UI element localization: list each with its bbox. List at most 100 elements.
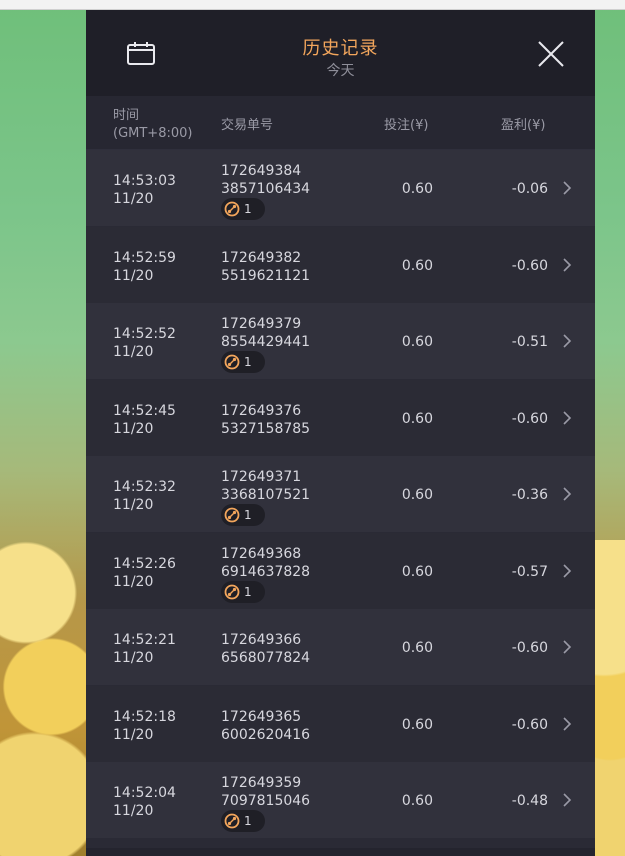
- badge-count: 1: [244, 355, 252, 369]
- badge-count: 1: [244, 585, 252, 599]
- history-row[interactable]: 14:52:52 11/20 172649379 8554429441 0.60 -0.5…: [86, 303, 595, 379]
- row-order-line1: 172649379: [221, 316, 302, 332]
- row-bet: 0.60: [401, 334, 433, 350]
- row-bet: 0.60: [401, 640, 433, 656]
- table-header: 时间 (GMT+8:00) 交易单号 投注(¥) 盈利(¥): [86, 96, 595, 150]
- row-profit: -0.60: [511, 411, 548, 427]
- close-icon[interactable]: [537, 40, 565, 68]
- row-bet: 0.60: [401, 487, 433, 503]
- chevron-right-icon[interactable]: [562, 257, 572, 273]
- spin-icon: [224, 201, 240, 217]
- history-row[interactable]: 14:52:45 11/20 172649376 5327158785 0.60 -0.6…: [86, 380, 595, 456]
- row-date: 11/20: [113, 727, 154, 743]
- row-time: 14:52:26: [113, 556, 176, 572]
- row-profit: -0.48: [511, 793, 548, 809]
- row-order-line2: 5519621121: [221, 268, 311, 284]
- row-time: 14:52:52: [113, 326, 176, 342]
- history-row[interactable]: 14:52:21 11/20 172649366 6568077824 0.60 -0.6…: [86, 609, 595, 685]
- row-date: 11/20: [113, 803, 154, 819]
- row-time: 14:52:45: [113, 403, 176, 419]
- history-row[interactable]: 14:53:03 11/20 172649384 3857106434 0.60 -0.0…: [86, 150, 595, 226]
- chevron-right-icon[interactable]: [562, 410, 572, 426]
- row-bet: 0.60: [401, 258, 433, 274]
- badge-count: 1: [244, 202, 252, 216]
- page-subtitle: 今天: [326, 63, 355, 79]
- panel-header: 历史记录 今天: [86, 10, 595, 97]
- column-timezone-label: (GMT+8:00): [113, 126, 193, 141]
- row-profit: -0.51: [511, 334, 548, 350]
- chevron-right-icon[interactable]: [562, 792, 572, 808]
- free-spin-badge: 1: [221, 504, 265, 526]
- column-bet-label: 投注(¥): [384, 118, 429, 133]
- free-spin-badge: 1: [221, 581, 265, 603]
- row-order-line1: 172649365: [221, 709, 302, 725]
- badge-count: 1: [244, 508, 252, 522]
- column-order-label: 交易单号: [221, 118, 274, 133]
- chevron-right-icon[interactable]: [562, 180, 572, 196]
- row-order-line2: 5327158785: [221, 421, 311, 437]
- row-date: 11/20: [113, 650, 154, 666]
- row-date: 11/20: [113, 268, 154, 284]
- column-profit-label: 盈利(¥): [501, 118, 546, 133]
- chevron-right-icon[interactable]: [562, 333, 572, 349]
- row-date: 11/20: [113, 497, 154, 513]
- chevron-right-icon[interactable]: [562, 639, 572, 655]
- row-order-line1: 172649371: [221, 469, 302, 485]
- row-profit: -0.60: [511, 258, 548, 274]
- browser-top-bar: [0, 0, 625, 10]
- row-bet: 0.60: [401, 411, 433, 427]
- row-order-line2: 6568077824: [221, 650, 311, 666]
- row-profit: -0.60: [511, 717, 548, 733]
- free-spin-badge: 1: [221, 351, 265, 373]
- history-panel: 历史记录 今天 时间 (GMT+8:00) 交易单号 投注(¥) 盈利(¥) 1…: [86, 10, 595, 856]
- game-background-right: [595, 540, 625, 856]
- row-profit: -0.36: [511, 487, 548, 503]
- spin-icon: [224, 507, 240, 523]
- game-background-left: [0, 480, 86, 856]
- row-order-line2: 3368107521: [221, 487, 311, 503]
- history-row[interactable]: 14:52:18 11/20 172649365 6002620416 0.60 -0.6…: [86, 686, 595, 762]
- column-time-label: 时间: [113, 108, 140, 123]
- badge-count: 1: [244, 814, 252, 828]
- row-order-line1: 172649366: [221, 632, 302, 648]
- chevron-right-icon[interactable]: [562, 486, 572, 502]
- row-profit: -0.06: [511, 181, 548, 197]
- row-date: 11/20: [113, 191, 154, 207]
- row-time: 14:52:32: [113, 479, 176, 495]
- chevron-right-icon[interactable]: [562, 716, 572, 732]
- row-profit: -0.57: [511, 564, 548, 580]
- row-order-line1: 172649384: [221, 163, 302, 179]
- row-time: 14:52:04: [113, 785, 176, 801]
- row-bet: 0.60: [401, 793, 433, 809]
- row-date: 11/20: [113, 344, 154, 360]
- page-title: 历史记录: [302, 38, 379, 59]
- row-bet: 0.60: [401, 181, 433, 197]
- list-bottom-edge: [86, 848, 595, 856]
- row-order-line1: 172649382: [221, 250, 302, 266]
- row-order-line2: 6914637828: [221, 564, 311, 580]
- row-bet: 0.60: [401, 717, 433, 733]
- row-order-line2: 8554429441: [221, 334, 311, 350]
- row-order-line1: 172649368: [221, 546, 302, 562]
- spin-icon: [224, 813, 240, 829]
- history-row[interactable]: 14:52:26 11/20 172649368 6914637828 0.60 -0.5…: [86, 533, 595, 609]
- row-profit: -0.60: [511, 640, 548, 656]
- row-order-line2: 7097815046: [221, 793, 311, 809]
- free-spin-badge: 1: [221, 198, 265, 220]
- spin-icon: [224, 354, 240, 370]
- row-order-line1: 172649359: [221, 775, 302, 791]
- history-row[interactable]: 14:52:59 11/20 172649382 5519621121 0.60 -0.6…: [86, 227, 595, 303]
- row-order-line2: 6002620416: [221, 727, 311, 743]
- chevron-right-icon[interactable]: [562, 563, 572, 579]
- row-order-line2: 3857106434: [221, 181, 311, 197]
- row-date: 11/20: [113, 421, 154, 437]
- row-date: 11/20: [113, 574, 154, 590]
- spin-icon: [224, 584, 240, 600]
- row-order-line1: 172649376: [221, 403, 302, 419]
- row-bet: 0.60: [401, 564, 433, 580]
- history-row[interactable]: 14:52:04 11/20 172649359 7097815046 0.60 -0.4…: [86, 762, 595, 838]
- free-spin-badge: 1: [221, 810, 265, 832]
- row-time: 14:53:03: [113, 173, 176, 189]
- row-time: 14:52:21: [113, 632, 176, 648]
- history-row[interactable]: 14:52:32 11/20 172649371 3368107521 0.60 -0.3…: [86, 456, 595, 532]
